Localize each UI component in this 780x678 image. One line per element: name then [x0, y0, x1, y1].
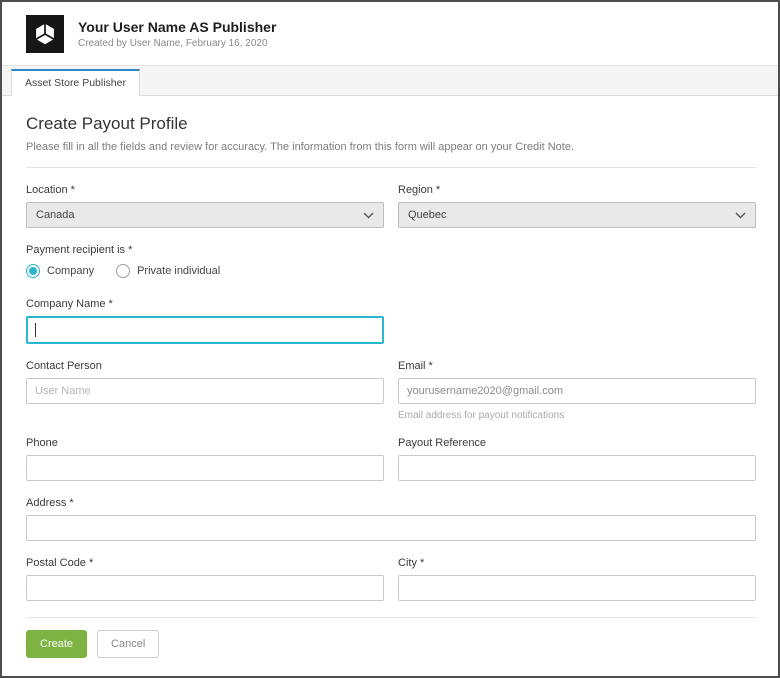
region-field: Region * Quebec [398, 184, 756, 228]
location-region-row: Location * Canada Region * Quebec [26, 184, 756, 228]
phone-input[interactable] [26, 455, 384, 481]
app-window: Your User Name AS Publisher Created by U… [0, 0, 780, 678]
contact-person-input[interactable] [26, 378, 384, 404]
email-helper-text: Email address for payout notifications [398, 410, 756, 421]
tab-asset-store-publisher[interactable]: Asset Store Publisher [11, 69, 140, 96]
address-input[interactable] [26, 515, 756, 541]
bottom-divider [26, 617, 756, 618]
payout-reference-input[interactable] [398, 455, 756, 481]
unity-logo [26, 15, 64, 53]
phone-label: Phone [26, 437, 384, 449]
company-name-field: Company Name * [26, 298, 384, 344]
radio-company[interactable]: Company [26, 264, 94, 278]
company-name-wrap [26, 316, 384, 344]
radio-unselected-icon [116, 264, 130, 278]
postal-city-row: Postal Code * City * [26, 557, 756, 601]
company-name-row: Company Name * [26, 298, 756, 344]
page-description: Please fill in all the fields and review… [26, 141, 756, 153]
contact-email-row: Contact Person Email * Email address for… [26, 360, 756, 421]
contact-person-field: Contact Person [26, 360, 384, 421]
create-button[interactable]: Create [26, 630, 87, 658]
address-field: Address * [26, 497, 756, 541]
payout-reference-field: Payout Reference [398, 437, 756, 481]
payout-reference-label: Payout Reference [398, 437, 756, 449]
phone-field: Phone [26, 437, 384, 481]
company-name-label: Company Name * [26, 298, 384, 310]
postal-code-field: Postal Code * [26, 557, 384, 601]
text-caret [35, 323, 36, 337]
radio-selected-icon [26, 264, 40, 278]
location-label: Location * [26, 184, 384, 196]
company-name-input[interactable] [26, 316, 384, 344]
chevron-down-icon [735, 212, 746, 219]
payment-recipient-radios: Company Private individual [26, 264, 756, 278]
contact-person-label: Contact Person [26, 360, 384, 372]
publisher-subtitle: Created by User Name, February 16, 2020 [78, 38, 276, 49]
location-value: Canada [36, 209, 75, 221]
city-field: City * [398, 557, 756, 601]
region-select[interactable]: Quebec [398, 202, 756, 228]
main-content: Create Payout Profile Please fill in all… [2, 96, 778, 678]
publisher-title: Your User Name AS Publisher [78, 19, 276, 35]
chevron-down-icon [363, 212, 374, 219]
unity-cube-icon [32, 21, 58, 47]
email-field: Email * Email address for payout notific… [398, 360, 756, 421]
postal-code-label: Postal Code * [26, 557, 384, 569]
radio-private-individual-label: Private individual [137, 265, 220, 277]
postal-code-input[interactable] [26, 575, 384, 601]
tab-bar: Asset Store Publisher [2, 65, 778, 96]
header: Your User Name AS Publisher Created by U… [2, 2, 778, 65]
page-title: Create Payout Profile [26, 114, 756, 134]
region-label: Region * [398, 184, 756, 196]
city-label: City * [398, 557, 756, 569]
payment-recipient-field: Payment recipient is * Company Private i… [26, 244, 756, 278]
city-input[interactable] [398, 575, 756, 601]
email-label: Email * [398, 360, 756, 372]
tab-label: Asset Store Publisher [25, 77, 126, 89]
phone-reference-row: Phone Payout Reference [26, 437, 756, 481]
payment-recipient-label: Payment recipient is * [26, 244, 756, 256]
radio-company-label: Company [47, 265, 94, 277]
header-text: Your User Name AS Publisher Created by U… [78, 19, 276, 49]
location-field: Location * Canada [26, 184, 384, 228]
top-divider [26, 167, 756, 168]
form-actions: Create Cancel [26, 630, 756, 678]
region-value: Quebec [408, 209, 447, 221]
email-input[interactable] [398, 378, 756, 404]
cancel-button[interactable]: Cancel [97, 630, 159, 658]
address-label: Address * [26, 497, 756, 509]
radio-private-individual[interactable]: Private individual [116, 264, 220, 278]
location-select[interactable]: Canada [26, 202, 384, 228]
